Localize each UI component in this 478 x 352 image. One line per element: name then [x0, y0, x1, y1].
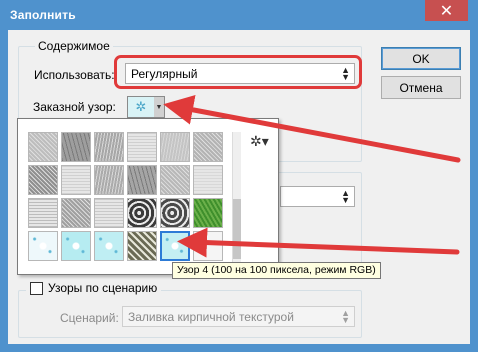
- arrow-to-selected-pattern: [177, 227, 460, 258]
- annotation-arrows: [163, 95, 461, 258]
- arrow-to-pattern-button: [163, 95, 461, 163]
